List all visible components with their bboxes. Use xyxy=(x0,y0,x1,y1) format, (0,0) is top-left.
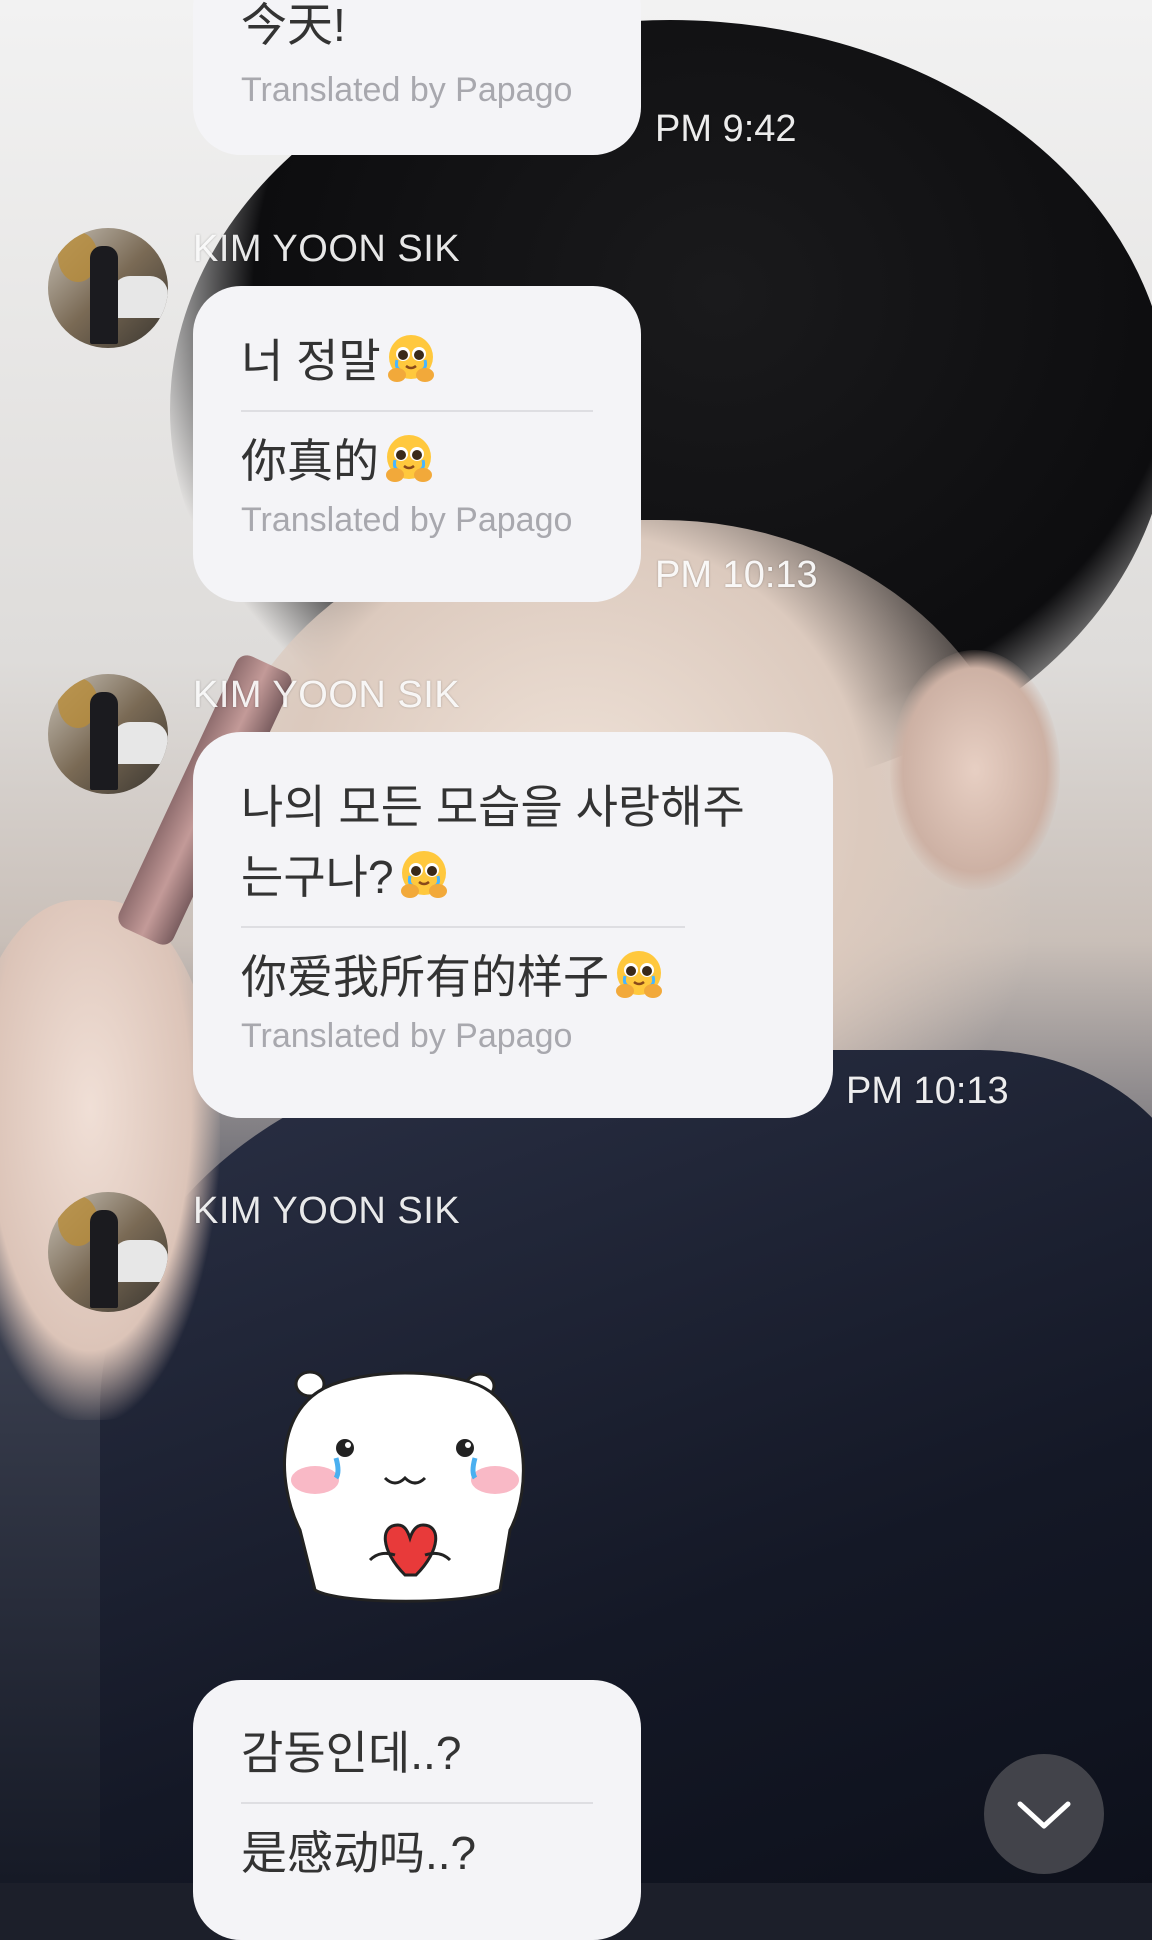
message-bubble[interactable]: 今天! Translated by Papago xyxy=(193,0,641,155)
pleading-face-hugging-emoji xyxy=(616,951,662,998)
message-original-text: 나의 모든 모습을 사랑해주는구나? xyxy=(241,781,745,903)
wallpaper-hand xyxy=(0,900,220,1420)
message-bubble[interactable]: 감동인데..? 是感动吗..? xyxy=(193,1680,641,1940)
message-translation-text: 你爱我所有的样子 xyxy=(241,951,609,1003)
message-original-text: 今天! xyxy=(241,0,346,51)
message-timestamp: PM 10:13 xyxy=(846,1070,1009,1112)
wallpaper-ear xyxy=(890,650,1060,890)
hamster-sticker[interactable] xyxy=(270,1360,540,1610)
sender-name: KIM YOON SIK xyxy=(193,228,461,270)
pleading-face-hugging-emoji xyxy=(386,435,432,482)
scroll-to-bottom-button[interactable] xyxy=(984,1754,1104,1874)
translation-credit: Translated by Papago xyxy=(241,501,573,539)
translation-credit: Translated by Papago xyxy=(241,1017,573,1055)
avatar[interactable] xyxy=(48,1192,168,1312)
avatar[interactable] xyxy=(48,228,168,348)
chevron-down-icon xyxy=(1017,1801,1071,1829)
message-bubble[interactable]: 나의 모든 모습을 사랑해주는구나? 你爱我所有的样子 Translated b… xyxy=(193,732,833,1118)
translation-divider xyxy=(241,926,685,928)
pleading-face-hugging-emoji xyxy=(387,335,434,382)
translation-divider xyxy=(241,410,593,412)
pleading-face-hugging-emoji xyxy=(400,851,447,898)
message-translation-text: 你真的 xyxy=(241,435,379,487)
message-translation-text: 是感动吗..? xyxy=(241,1827,477,1879)
message-original-text: 감동인데..? xyxy=(241,1727,462,1779)
avatar[interactable] xyxy=(48,674,168,794)
message-original-text: 너 정말 xyxy=(241,335,381,387)
sender-name: KIM YOON SIK xyxy=(193,674,461,716)
message-bubble[interactable]: 너 정말 你真的 Translated by Papago xyxy=(193,286,641,602)
sender-name: KIM YOON SIK xyxy=(193,1190,461,1232)
message-timestamp: PM 10:13 xyxy=(655,554,818,596)
message-timestamp: PM 9:42 xyxy=(655,108,797,150)
translation-credit: Translated by Papago xyxy=(241,71,573,109)
translation-divider xyxy=(241,1802,593,1804)
